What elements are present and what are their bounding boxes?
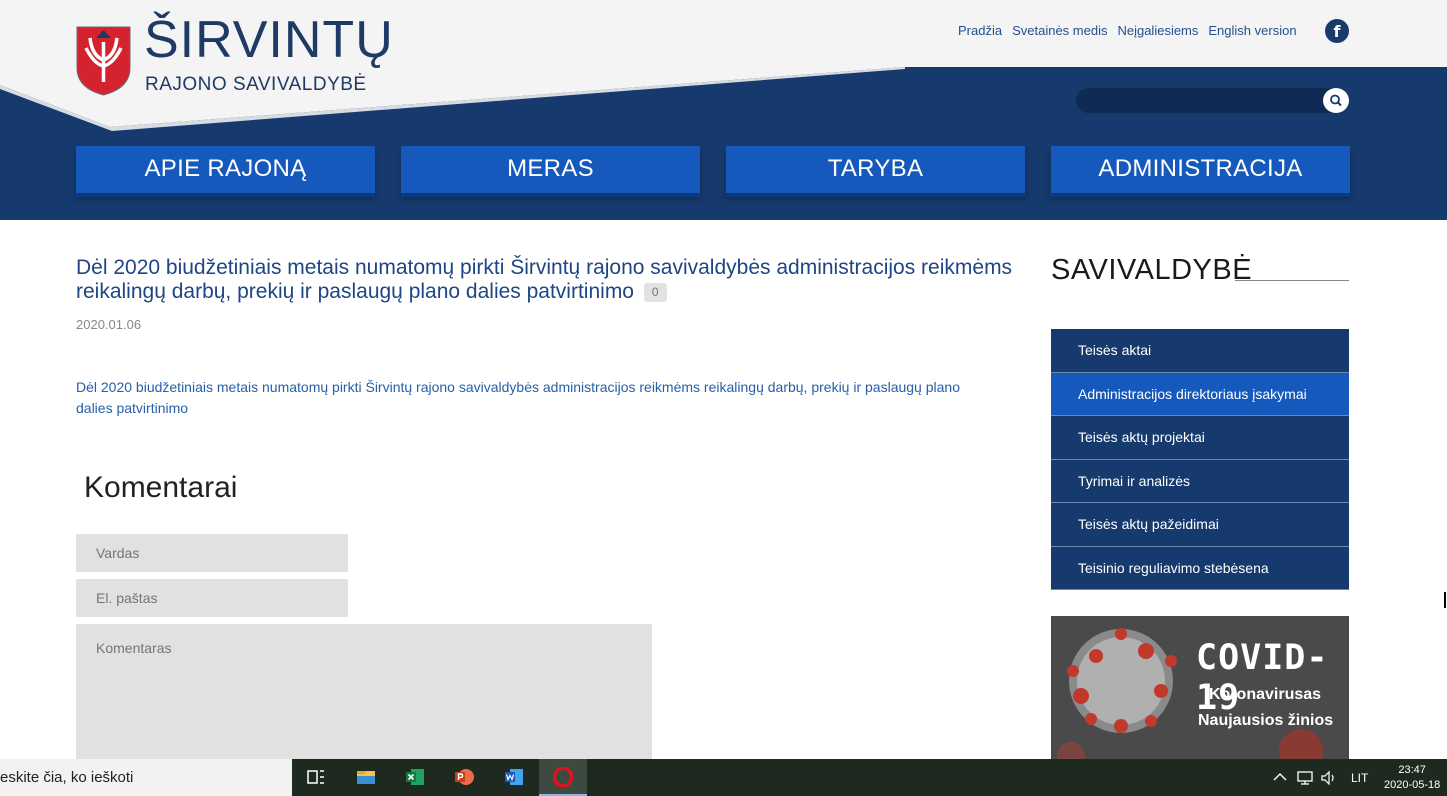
top-link-sitemap[interactable]: Svetainės medis [1012,23,1107,38]
comment-count-badge[interactable]: 0 [643,282,667,302]
search-icon [1330,94,1342,107]
coat-of-arms-logo[interactable] [76,26,131,96]
nav-item-mayor[interactable]: MERAS [401,146,700,193]
taskbar-search-box[interactable]: eskite čia, ko ieškoti [0,759,292,796]
excel-button[interactable] [391,759,439,796]
covid-banner[interactable]: COVID-19 Koronavirusas Naujausios žinios [1051,616,1349,761]
word-icon [505,769,523,785]
taskbar-clock[interactable]: 23:47 2020-05-18 [1384,763,1440,793]
top-link-accessibility[interactable]: Neįgaliesiems [1117,23,1198,38]
clock-date: 2020-05-18 [1384,779,1441,791]
chevron-up-icon[interactable] [1272,771,1288,783]
task-view-icon [307,770,324,784]
top-links: Pradžia Svetainės medis Neįgaliesiems En… [958,23,1307,38]
sidebar-heading: SAVIVALDYBĖ [1051,254,1253,286]
sidebar-item-draft-acts[interactable]: Teisės aktų projektai [1051,416,1349,460]
clock-time: 23:47 [1398,764,1426,776]
powerpoint-icon [455,769,474,785]
facebook-icon[interactable]: f [1325,19,1349,43]
top-link-home[interactable]: Pradžia [958,23,1002,38]
nav-item-council[interactable]: TARYBA [726,146,1025,193]
main-nav: APIE RAJONĄ MERAS TARYBA ADMINISTRACIJA [76,146,1350,196]
task-view-button[interactable] [292,759,340,796]
search-button[interactable] [1323,88,1349,113]
network-icon[interactable] [1296,770,1314,786]
logo-title[interactable]: ŠIRVINTŲ [144,14,394,66]
file-explorer-icon [357,771,375,784]
search-input[interactable] [1088,90,1318,111]
excel-icon [406,769,424,785]
covid-subtitle-1: Koronavirusas [1209,686,1322,703]
windows-taskbar: eskite čia, ko ieškoti LIT 23:47 2020-05… [0,759,1447,796]
top-link-english[interactable]: English version [1208,23,1296,38]
nav-item-about-region[interactable]: APIE RAJONĄ [76,146,375,193]
page: ŠIRVINTŲ RAJONO SAVIVALDYBĖ Pradžia Svet… [0,0,1447,796]
comment-field[interactable] [76,624,652,764]
search-box [1076,88,1349,113]
opera-icon [553,767,573,787]
sidebar-item-violations[interactable]: Teisės aktų pažeidimai [1051,503,1349,547]
logo-subtitle[interactable]: RAJONO SAVIVALDYBĖ [145,75,367,94]
email-field[interactable] [76,579,348,617]
opera-button[interactable] [539,759,587,796]
sidebar-menu: Teisės aktai Administracijos direktoriau… [1051,329,1349,590]
language-indicator[interactable]: LIT [1351,771,1368,785]
sidebar-item-director-orders[interactable]: Administracijos direktoriaus įsakymai [1051,372,1349,416]
document-link[interactable]: Dėl 2020 biudžetiniais metais numatomų p… [76,377,996,419]
article-title-text: Dėl 2020 biudžetiniais metais numatomų p… [76,256,1013,303]
article-date: 2020.01.06 [76,317,142,332]
sidebar-item-monitoring[interactable]: Teisinio reguliavimo stebėsena [1051,546,1349,590]
covid-title: COVID-19 [1196,638,1329,718]
comments-heading: Komentarai [84,471,238,504]
powerpoint-button[interactable] [440,759,488,796]
sidebar-item-legal-acts[interactable]: Teisės aktai [1051,329,1349,373]
site-header: ŠIRVINTŲ RAJONO SAVIVALDYBĖ Pradžia Svet… [0,0,1447,220]
sidebar-heading-divider [1235,280,1349,281]
sidebar-item-research[interactable]: Tyrimai ir analizės [1051,459,1349,503]
word-button[interactable] [490,759,538,796]
covid-subtitle-2: Naujausios žinios [1198,712,1334,729]
volume-icon[interactable] [1320,770,1338,786]
article-title: Dėl 2020 biudžetiniais metais numatomų p… [76,256,1016,304]
nav-item-administration[interactable]: ADMINISTRACIJA [1051,146,1350,193]
file-explorer-button[interactable] [342,759,390,796]
name-field[interactable] [76,534,348,572]
